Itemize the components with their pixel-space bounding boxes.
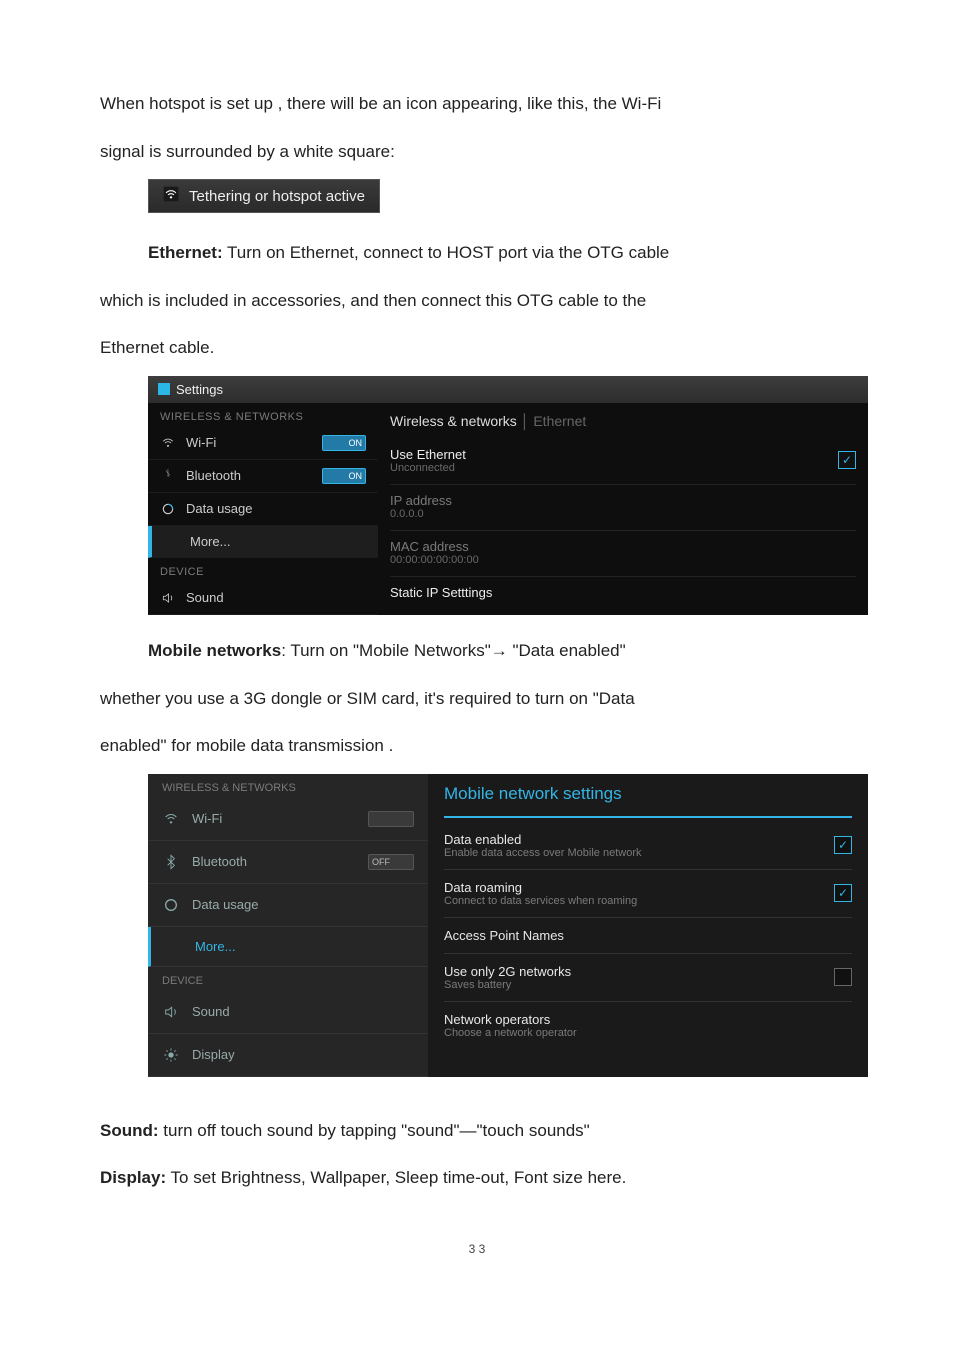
para-mobile-1: Mobile networks: Turn on "Mobile Network… — [100, 627, 854, 675]
settings-sidebar-2: WIRELESS & NETWORKS Wi-Fi Bluetooth OFF … — [148, 774, 428, 1077]
sidebar-item-display-2[interactable]: Display — [148, 1034, 428, 1077]
sidebar-item-more[interactable]: More... — [148, 526, 378, 558]
wifi-icon — [162, 810, 180, 828]
ip-address-value: 0.0.0.0 — [390, 508, 452, 520]
settings-detail-pane: Wireless & networks │ Ethernet Use Ether… — [378, 403, 868, 615]
settings-icon — [158, 383, 170, 395]
wifi-label: Wi-Fi — [186, 435, 322, 450]
data-enabled-row[interactable]: Data enabled Enable data access over Mob… — [444, 822, 852, 870]
para-ethernet-3: Ethernet cable. — [100, 324, 854, 372]
bluetooth-label-2: Bluetooth — [192, 854, 368, 869]
use-ethernet-sub: Unconnected — [390, 462, 466, 474]
sidebar-item-sound-2[interactable]: Sound — [148, 991, 428, 1034]
para-ethernet-2: which is included in accessories, and th… — [100, 277, 854, 325]
para-sound: Sound: turn off touch sound by tapping "… — [100, 1107, 854, 1155]
wifi-icon — [163, 186, 179, 206]
ip-address-title: IP address — [390, 493, 452, 508]
sound-heading: Sound: — [100, 1121, 159, 1140]
static-ip-title: Static IP Setttings — [390, 585, 492, 600]
more-label: More... — [190, 534, 366, 549]
mobile-networks-label: Mobile networks — [148, 641, 281, 660]
bluetooth-icon — [162, 853, 180, 871]
sidebar-item-bluetooth[interactable]: Bluetooth ON — [148, 460, 378, 493]
data-enabled-checkbox[interactable]: ✓ — [834, 836, 852, 854]
wifi-label-2: Wi-Fi — [192, 811, 368, 826]
display-heading: Display: — [100, 1168, 166, 1187]
sidebar-item-bluetooth-2[interactable]: Bluetooth OFF — [148, 841, 428, 884]
data-usage-label-2: Data usage — [192, 897, 414, 912]
ip-address-row: IP address 0.0.0.0 — [390, 485, 856, 531]
data-usage-icon — [162, 896, 180, 914]
mac-address-title: MAC address — [390, 539, 479, 554]
wifi-icon — [160, 435, 176, 451]
data-usage-icon — [160, 501, 176, 517]
para-hotspot-2: signal is surrounded by a white square: — [100, 128, 854, 176]
bluetooth-toggle[interactable]: ON — [322, 468, 366, 484]
settings-sidebar: WIRELESS & NETWORKS Wi-Fi ON Bluetooth O… — [148, 403, 378, 615]
category-device-2: DEVICE — [148, 967, 428, 991]
data-roaming-title: Data roaming — [444, 880, 637, 895]
hotspot-status-badge: Tethering or hotspot active — [148, 179, 380, 213]
use-2g-row[interactable]: Use only 2G networks Saves battery — [444, 954, 852, 1002]
use-2g-title: Use only 2G networks — [444, 964, 571, 979]
screenshot-mobile-networks: WIRELESS & NETWORKS Wi-Fi Bluetooth OFF … — [148, 774, 868, 1077]
use-ethernet-title: Use Ethernet — [390, 447, 466, 462]
para-display: Display: To set Brightness, Wallpaper, S… — [100, 1154, 854, 1202]
data-roaming-sub: Connect to data services when roaming — [444, 895, 637, 907]
page-number: 3 3 — [100, 1242, 854, 1256]
sidebar-item-data-usage-2[interactable]: Data usage — [148, 884, 428, 927]
more-label-2: More... — [195, 939, 414, 954]
apn-row[interactable]: Access Point Names — [444, 918, 852, 954]
screenshot-ethernet-settings: Settings WIRELESS & NETWORKS Wi-Fi ON Bl… — [148, 376, 868, 615]
sound-icon — [160, 590, 176, 606]
para-mobile-3: enabled" for mobile data transmission . — [100, 722, 854, 770]
sound-label-2: Sound — [192, 1004, 414, 1019]
mac-address-row: MAC address 00:00:00:00:00:00 — [390, 531, 856, 577]
bluetooth-toggle-2[interactable]: OFF — [368, 854, 414, 870]
display-icon — [162, 1046, 180, 1064]
breadcrumb: Wireless & networks │ Ethernet — [390, 403, 856, 439]
wifi-toggle[interactable]: ON — [322, 435, 366, 451]
static-ip-row[interactable]: Static IP Setttings — [390, 577, 856, 610]
apn-title: Access Point Names — [444, 928, 564, 943]
mac-address-value: 00:00:00:00:00:00 — [390, 554, 479, 566]
settings-titlebar: Settings — [148, 376, 868, 403]
sidebar-item-wifi-2[interactable]: Wi-Fi — [148, 798, 428, 841]
hotspot-status-text: Tethering or hotspot active — [189, 188, 365, 205]
display-label-2: Display — [192, 1047, 414, 1062]
bluetooth-icon — [160, 468, 176, 484]
category-wireless: WIRELESS & NETWORKS — [148, 403, 378, 427]
ethernet-label: Ethernet: — [148, 243, 223, 262]
data-enabled-title: Data enabled — [444, 832, 642, 847]
para-ethernet-1: Ethernet: Turn on Ethernet, connect to H… — [100, 229, 854, 277]
data-roaming-row[interactable]: Data roaming Connect to data services wh… — [444, 870, 852, 918]
network-operators-sub: Choose a network operator — [444, 1027, 577, 1039]
data-usage-label: Data usage — [186, 501, 366, 516]
network-operators-row[interactable]: Network operators Choose a network opera… — [444, 1002, 852, 1049]
mobile-network-title: Mobile network settings — [444, 774, 852, 818]
network-operators-title: Network operators — [444, 1012, 577, 1027]
category-wireless-2: WIRELESS & NETWORKS — [148, 774, 428, 798]
sidebar-item-sound[interactable]: Sound — [148, 582, 378, 615]
category-device: DEVICE — [148, 558, 378, 582]
use-2g-checkbox[interactable] — [834, 968, 852, 986]
sidebar-item-wifi[interactable]: Wi-Fi ON — [148, 427, 378, 460]
use-ethernet-row[interactable]: Use Ethernet Unconnected ✓ — [390, 439, 856, 485]
data-enabled-sub: Enable data access over Mobile network — [444, 847, 642, 859]
para-mobile-2: whether you use a 3G dongle or SIM card,… — [100, 675, 854, 723]
use-ethernet-checkbox[interactable]: ✓ — [838, 451, 856, 469]
mobile-network-detail: Mobile network settings Data enabled Ena… — [428, 774, 868, 1077]
sidebar-item-data-usage[interactable]: Data usage — [148, 493, 378, 526]
sound-icon — [162, 1003, 180, 1021]
use-2g-sub: Saves battery — [444, 979, 571, 991]
sound-label: Sound — [186, 590, 366, 605]
wifi-toggle-2[interactable] — [368, 811, 414, 827]
settings-title: Settings — [176, 382, 223, 397]
sidebar-item-more-2[interactable]: More... — [148, 927, 428, 967]
data-roaming-checkbox[interactable]: ✓ — [834, 884, 852, 902]
bluetooth-label: Bluetooth — [186, 468, 322, 483]
para-hotspot-1: When hotspot is set up , there will be a… — [100, 80, 854, 128]
